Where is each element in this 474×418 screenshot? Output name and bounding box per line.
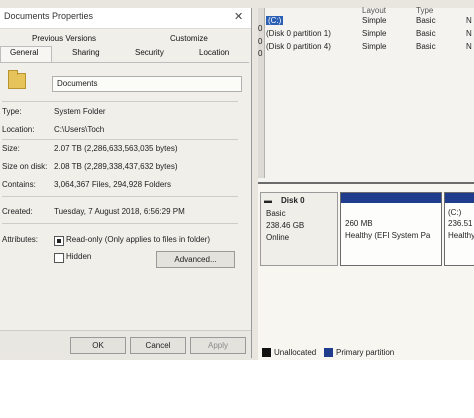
unallocated-legend-label: Unallocated: [274, 348, 317, 357]
volume-type: Basic: [416, 42, 436, 51]
row-mark: 0: [258, 49, 263, 58]
disk-name: Disk 0: [281, 196, 305, 205]
created-label: Created:: [2, 207, 33, 216]
size-on-disk-label: Size on disk:: [2, 162, 48, 171]
cancel-button[interactable]: Cancel: [130, 337, 186, 354]
volume-name: (Disk 0 partition 4): [266, 42, 331, 51]
divider: [2, 196, 238, 197]
dialog-title: Documents Properties: [4, 11, 94, 21]
ok-button[interactable]: OK: [70, 337, 126, 354]
location-value: C:\Users\Toch: [54, 125, 105, 134]
column-header-layout[interactable]: Layout: [362, 6, 386, 15]
size-label: Size:: [2, 144, 20, 153]
created-value: Tuesday, 7 August 2018, 6:56:29 PM: [54, 207, 185, 216]
volume-row[interactable]: (Disk 0 partition 1) Simple Basic N: [266, 29, 474, 40]
attributes-label: Attributes:: [2, 235, 39, 244]
divider: [2, 139, 238, 140]
c-partition[interactable]: (C:) 236.51 Healthy: [444, 192, 474, 266]
disk-kind: Basic: [266, 209, 286, 218]
disk-0-info[interactable]: ▬ Disk 0 Basic 238.46 GB Online: [260, 192, 338, 266]
volume-name: (Disk 0 partition 1): [266, 29, 331, 38]
screen-photo: Documents Properties ✕ Previous Versions…: [0, 0, 474, 360]
volume-layout: Simple: [362, 29, 387, 38]
partition-status: Healthy (EFI System Pa: [345, 231, 431, 240]
advanced-button[interactable]: Advanced...: [156, 251, 235, 268]
disk-graphical-view: ▬ Disk 0 Basic 238.46 GB Online 260 MB H…: [258, 182, 474, 360]
tab-row-top: Previous Versions Customize: [0, 33, 251, 46]
disk-status: Online: [266, 233, 290, 242]
readonly-checkbox[interactable]: [54, 236, 64, 246]
partition-status: Healthy: [448, 231, 474, 240]
row-mark: 0: [258, 24, 263, 33]
row-mark: 0: [258, 37, 263, 46]
partition-bar: [445, 193, 474, 203]
location-label: Location:: [2, 125, 35, 134]
dialog-titlebar: Documents Properties ✕: [0, 8, 251, 29]
left-strip: [258, 8, 265, 178]
unallocated-legend-swatch: [262, 348, 271, 357]
disk-size: 238.46 GB: [266, 221, 305, 230]
folder-name-input[interactable]: Documents: [52, 76, 242, 92]
tab-customize[interactable]: Customize: [170, 34, 208, 43]
column-header-type[interactable]: Type: [416, 6, 433, 15]
volume-type: Basic: [416, 29, 436, 38]
volume-type: Basic: [416, 16, 436, 25]
volume-row[interactable]: (Disk 0 partition 4) Simple Basic N: [266, 42, 474, 53]
partition-bar: [341, 193, 441, 203]
volume-layout: Simple: [362, 16, 387, 25]
volume-layout: Simple: [362, 42, 387, 51]
volume-fs: N: [466, 16, 472, 25]
tab-sharing[interactable]: Sharing: [72, 48, 100, 57]
contains-value: 3,064,367 Files, 294,928 Folders: [54, 180, 171, 189]
disk-management-window: 0 0 0 Layout Type (C:) Simple Basic N (D…: [258, 6, 474, 360]
readonly-label: Read-only (Only applies to files in fold…: [66, 235, 211, 244]
efi-partition[interactable]: 260 MB Healthy (EFI System Pa: [340, 192, 442, 266]
folder-icon: [8, 70, 26, 89]
divider: [2, 101, 238, 102]
hidden-label: Hidden: [66, 252, 92, 261]
hidden-checkbox[interactable]: [54, 253, 64, 263]
contains-label: Contains:: [2, 180, 36, 189]
tab-security[interactable]: Security: [135, 48, 164, 57]
partition-size: 260 MB: [345, 219, 373, 228]
tab-general[interactable]: General: [10, 48, 38, 57]
partition-size: 236.51: [448, 219, 473, 228]
type-label: Type:: [2, 107, 22, 116]
volume-fs: N: [466, 29, 472, 38]
primary-legend-label: Primary partition: [336, 348, 395, 357]
size-on-disk-value: 2.08 TB (2,289,338,437,632 bytes): [54, 162, 178, 171]
volume-fs: N: [466, 42, 472, 51]
disk-icon: ▬: [264, 196, 272, 205]
close-icon[interactable]: ✕: [234, 10, 243, 23]
tab-location[interactable]: Location: [199, 48, 229, 57]
volume-row[interactable]: (C:) Simple Basic N: [266, 16, 474, 27]
volume-name: (C:): [266, 16, 284, 25]
partition-label: (C:): [448, 208, 462, 217]
properties-dialog: Documents Properties ✕ Previous Versions…: [0, 8, 252, 359]
tab-row-bottom: General Sharing Security Location: [0, 47, 251, 60]
divider: [2, 223, 238, 224]
apply-button[interactable]: Apply: [190, 337, 246, 354]
tab-previous-versions[interactable]: Previous Versions: [32, 34, 96, 43]
primary-legend-swatch: [324, 348, 333, 357]
type-value: System Folder: [54, 107, 106, 116]
size-value: 2.07 TB (2,286,633,563,035 bytes): [54, 144, 178, 153]
